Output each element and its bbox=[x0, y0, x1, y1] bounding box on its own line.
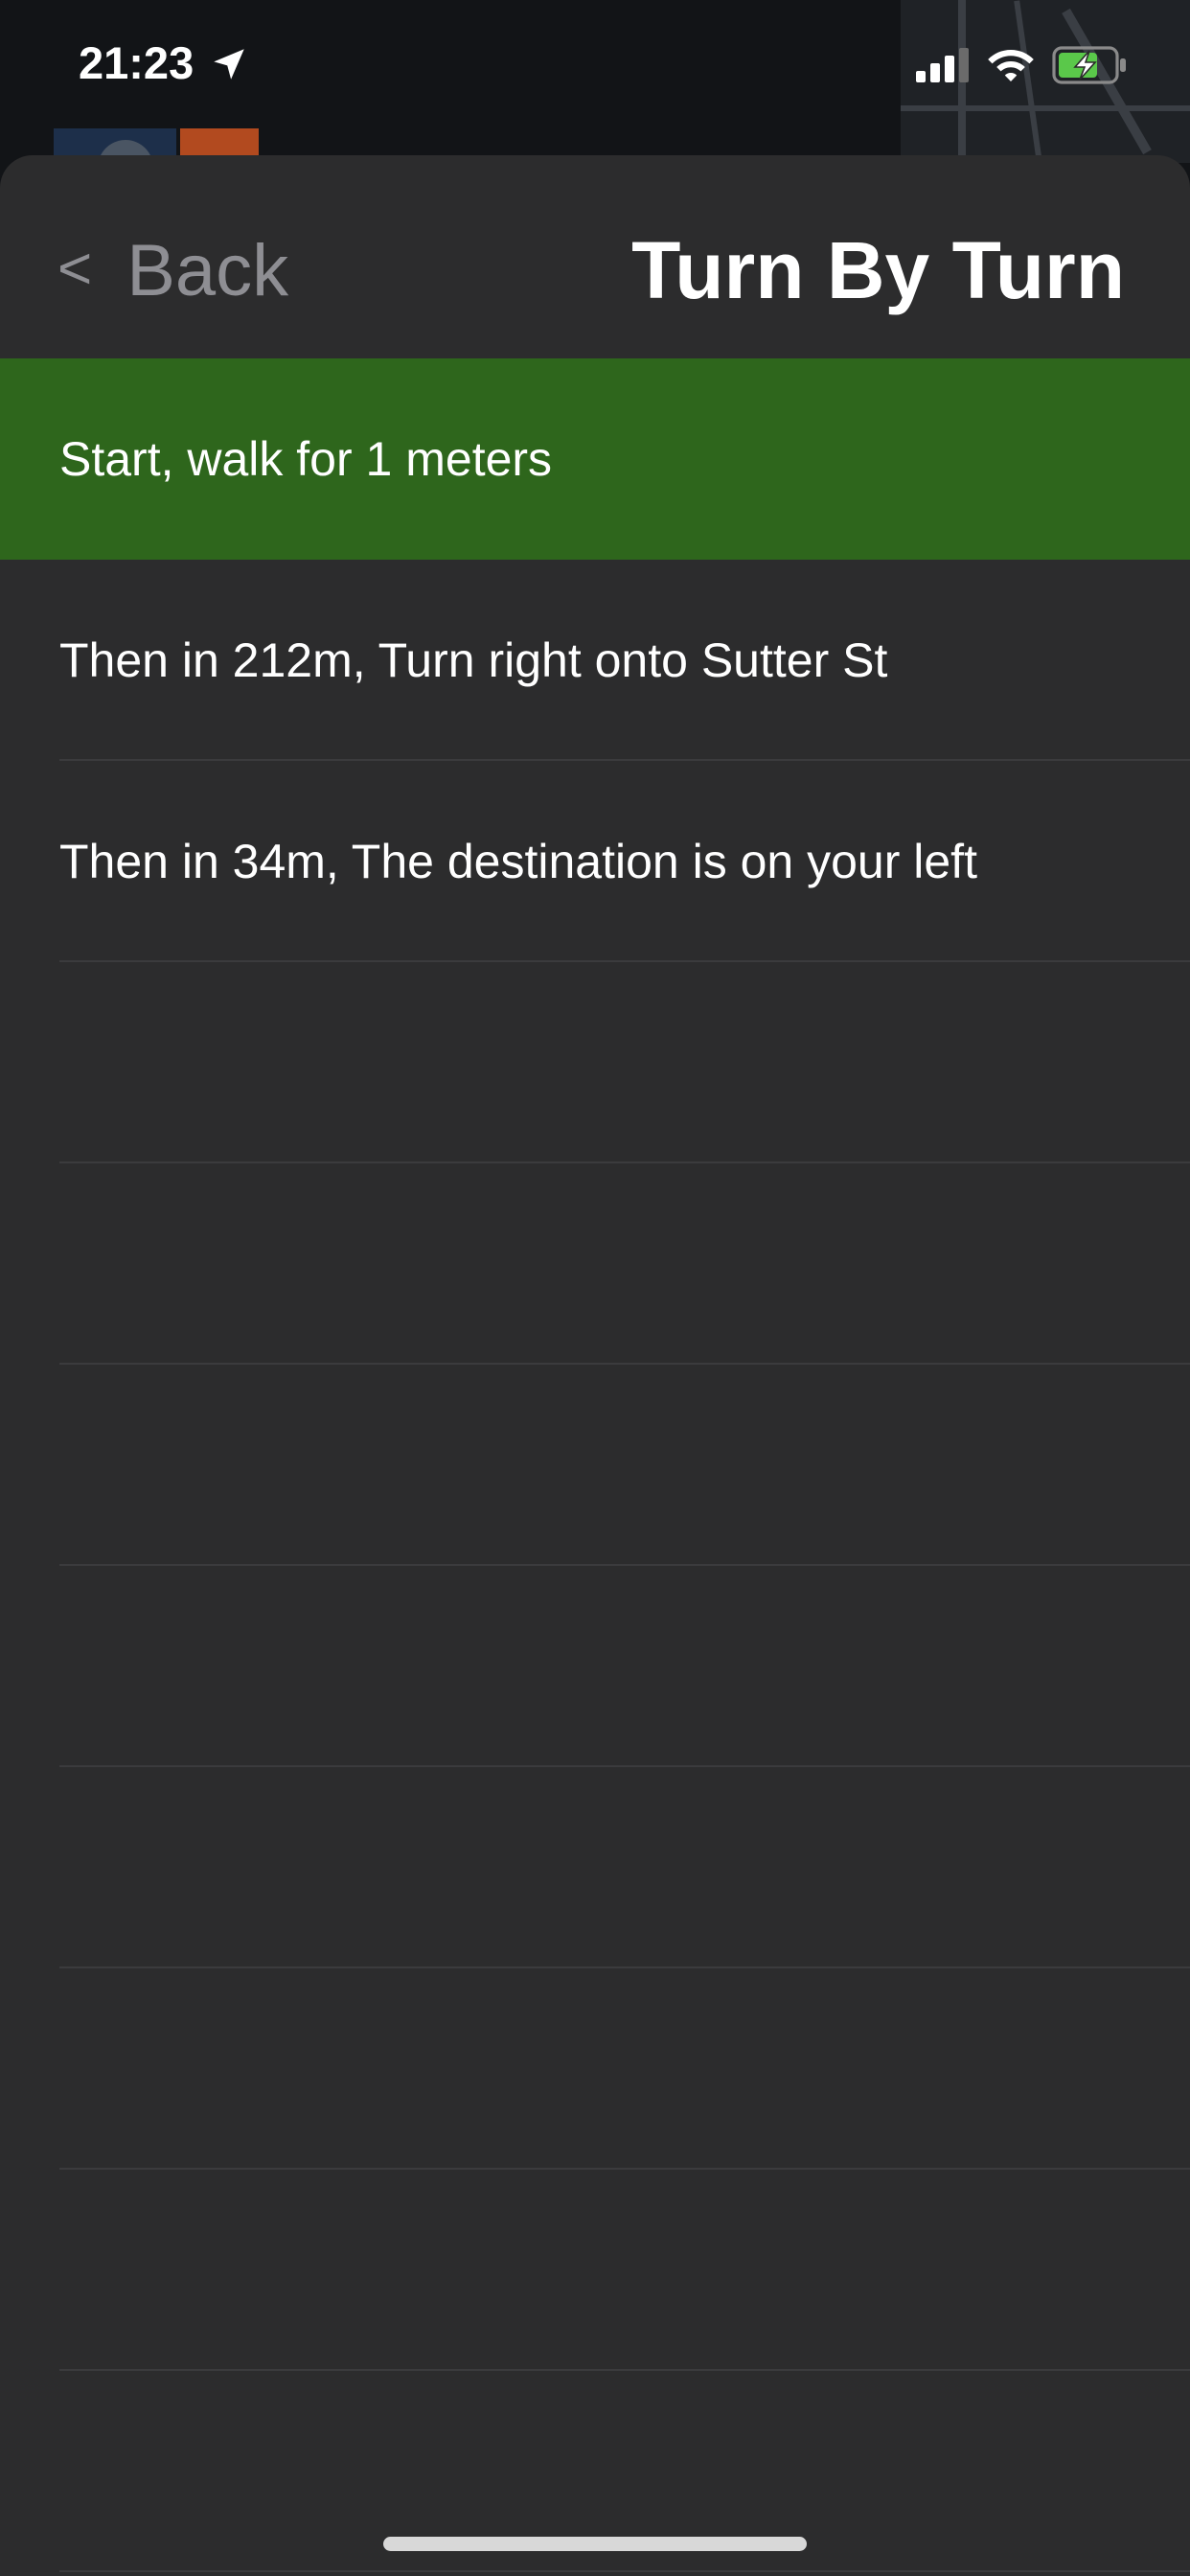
screen: 21:23 < Back Turn By Turn Start, walk fo… bbox=[0, 0, 1190, 2576]
turn-by-turn-sheet: < Back Turn By Turn Start, walk for 1 me… bbox=[0, 155, 1190, 2576]
location-arrow-icon bbox=[214, 49, 244, 80]
empty-list-row bbox=[0, 1767, 1190, 1968]
direction-step-text: Then in 34m, The destination is on your … bbox=[59, 835, 977, 888]
direction-step[interactable]: Start, walk for 1 meters bbox=[0, 358, 1190, 560]
empty-list-row bbox=[0, 1566, 1190, 1767]
status-bar: 21:23 bbox=[0, 0, 1190, 134]
empty-list-row bbox=[0, 1968, 1190, 2170]
home-indicator[interactable] bbox=[383, 2537, 807, 2551]
battery-charging-icon bbox=[1052, 46, 1126, 84]
back-button[interactable]: < Back bbox=[57, 227, 288, 313]
direction-step-text: Start, walk for 1 meters bbox=[59, 432, 553, 486]
back-chevron-icon: < bbox=[57, 235, 93, 302]
cellular-signal-icon bbox=[916, 48, 969, 82]
directions-list: Start, walk for 1 meters Then in 212m, T… bbox=[0, 358, 1190, 2572]
empty-list-row bbox=[0, 1163, 1190, 1365]
direction-step[interactable]: Then in 34m, The destination is on your … bbox=[0, 761, 1190, 962]
navigation-bar: < Back Turn By Turn bbox=[0, 155, 1190, 358]
direction-step-text: Then in 212m, Turn right onto Sutter St bbox=[59, 633, 888, 687]
status-time: 21:23 bbox=[79, 37, 195, 88]
empty-list-row bbox=[0, 1365, 1190, 1566]
direction-step[interactable]: Then in 212m, Turn right onto Sutter St bbox=[0, 560, 1190, 761]
wifi-icon bbox=[988, 50, 1034, 81]
empty-list-row bbox=[0, 2170, 1190, 2371]
page-title: Turn By Turn bbox=[631, 225, 1125, 315]
back-label: Back bbox=[126, 229, 289, 311]
empty-list-row bbox=[0, 962, 1190, 1163]
